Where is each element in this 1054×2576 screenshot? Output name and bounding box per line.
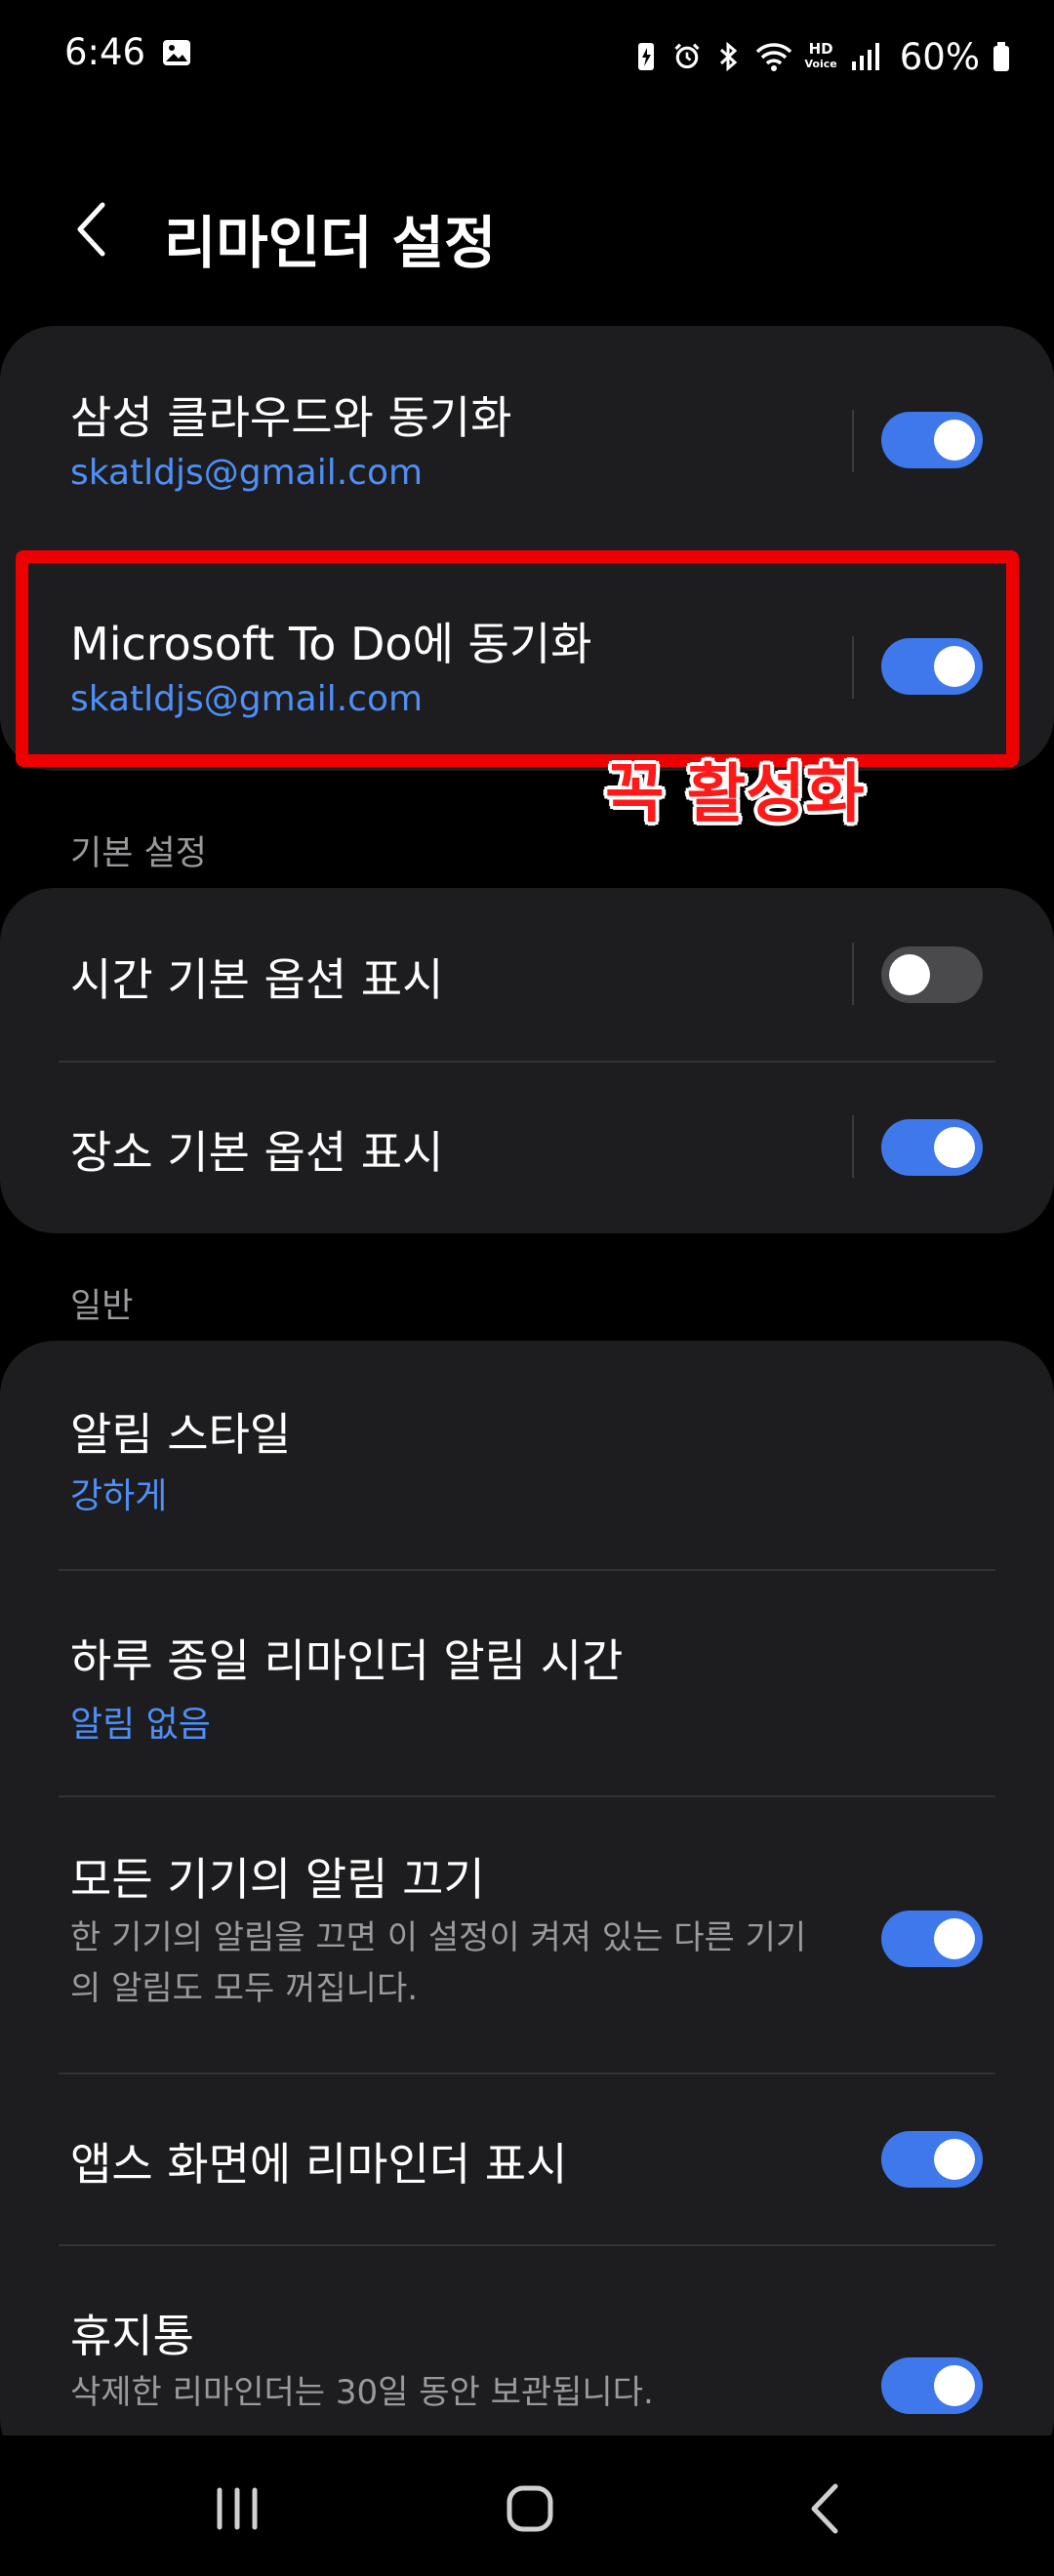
place-default-option-row[interactable]: 장소 기본 옵션 표시 <box>0 1061 1054 1233</box>
mute-all-devices-title: 모든 기기의 알림 끄기 <box>70 1853 485 1906</box>
row-separator <box>852 636 854 699</box>
hd-voice-icon: HD Voice <box>805 42 837 71</box>
status-time: 6:46 <box>64 31 146 73</box>
voice-label: Voice <box>804 58 837 70</box>
row-separator <box>852 943 854 1005</box>
recents-icon[interactable] <box>203 2475 271 2543</box>
apps-screen-reminder-toggle[interactable] <box>881 2131 983 2188</box>
samsung-cloud-sync-toggle[interactable] <box>881 412 983 468</box>
microsoft-todo-sync-row[interactable]: Microsoft To Do에 동기화 skatldjs@gmail.com <box>0 552 1054 771</box>
battery-icon <box>993 42 1009 71</box>
apps-screen-reminder-row[interactable]: 앱스 화면에 리마인더 표시 <box>0 2073 1054 2244</box>
trash-description: 삭제한 리마인더는 30일 동안 보관됩니다. <box>70 2373 654 2412</box>
toggle-knob <box>934 646 975 687</box>
toggle-knob <box>934 1127 975 1168</box>
time-default-option-row[interactable]: 시간 기본 옵션 표시 <box>0 888 1054 1061</box>
samsung-cloud-sync-title: 삼성 클라우드와 동기화 <box>70 391 512 444</box>
home-icon[interactable] <box>496 2475 564 2543</box>
mute-all-devices-row[interactable]: 모든 기기의 알림 끄기 한 기기의 알림을 끄면 이 설정이 켜져 있는 다른… <box>0 1795 1054 2073</box>
general-label: 일반 <box>70 1287 134 1326</box>
hd-label: HD <box>808 40 833 58</box>
toggle-knob <box>934 1918 975 1959</box>
status-bar: 6:46 HD Voice 60% <box>0 0 1054 107</box>
mute-all-devices-toggle[interactable] <box>881 1911 983 1967</box>
trash-toggle[interactable] <box>881 2357 983 2414</box>
alert-style-title: 알림 스타일 <box>70 1408 292 1461</box>
battery-saver-icon <box>637 43 654 70</box>
app-header: 리마인더 설정 <box>0 156 1054 302</box>
sync-card: 삼성 클라우드와 동기화 skatldjs@gmail.com Microsof… <box>0 326 1054 771</box>
samsung-cloud-sync-row[interactable]: 삼성 클라우드와 동기화 skatldjs@gmail.com <box>0 326 1054 552</box>
row-separator <box>852 410 854 472</box>
time-default-option-title: 시간 기본 옵션 표시 <box>70 953 444 1006</box>
back-arrow-icon[interactable] <box>59 195 127 263</box>
basic-settings-card: 시간 기본 옵션 표시 장소 기본 옵션 표시 <box>0 888 1054 1233</box>
microsoft-todo-account: skatldjs@gmail.com <box>70 679 424 719</box>
samsung-cloud-account: skatldjs@gmail.com <box>70 453 424 493</box>
place-default-option-title: 장소 기본 옵션 표시 <box>70 1126 444 1179</box>
microsoft-todo-sync-toggle[interactable] <box>881 638 983 695</box>
wifi-icon <box>755 43 791 71</box>
row-separator <box>852 1115 854 1178</box>
toggle-knob <box>934 2365 975 2406</box>
bluetooth-icon <box>719 41 737 72</box>
end-of-day-reminder-row[interactable]: 하루 종일 리마인더 알림 시간 알림 없음 <box>0 1569 1054 1795</box>
page-title: 리마인더 설정 <box>164 210 497 276</box>
place-default-option-toggle[interactable] <box>881 1119 983 1176</box>
alarm-icon <box>673 43 700 69</box>
microsoft-todo-sync-title: Microsoft To Do에 동기화 <box>70 618 592 670</box>
toggle-knob <box>889 954 930 995</box>
back-icon[interactable] <box>792 2475 861 2543</box>
general-card: 알림 스타일 강하게 하루 종일 리마인더 알림 시간 알림 없음 모든 기기의… <box>0 1341 1054 2473</box>
trash-title: 휴지통 <box>70 2310 194 2362</box>
toggle-knob <box>934 2139 975 2180</box>
signal-icon <box>851 43 879 70</box>
alert-style-value: 강하게 <box>70 1476 168 1516</box>
end-of-day-reminder-value: 알림 없음 <box>70 1705 211 1745</box>
time-default-option-toggle[interactable] <box>881 946 983 1003</box>
toggle-knob <box>934 420 975 461</box>
navigation-bar <box>0 2435 1054 2576</box>
alert-style-row[interactable]: 알림 스타일 강하게 <box>0 1341 1054 1569</box>
basic-settings-label: 기본 설정 <box>70 834 207 873</box>
battery-percent: 60% <box>899 35 980 78</box>
mute-all-devices-description: 한 기기의 알림을 끄면 이 설정이 켜져 있는 다른 기기의 알림도 모두 꺼… <box>70 1918 807 2008</box>
status-icons: HD Voice 60% <box>631 29 1011 84</box>
annotation-label: 꼭 활성화 <box>605 756 865 831</box>
apps-screen-reminder-title: 앱스 화면에 리마인더 표시 <box>70 2138 568 2191</box>
end-of-day-reminder-title: 하루 종일 리마인더 알림 시간 <box>70 1634 624 1687</box>
image-icon <box>163 40 190 65</box>
